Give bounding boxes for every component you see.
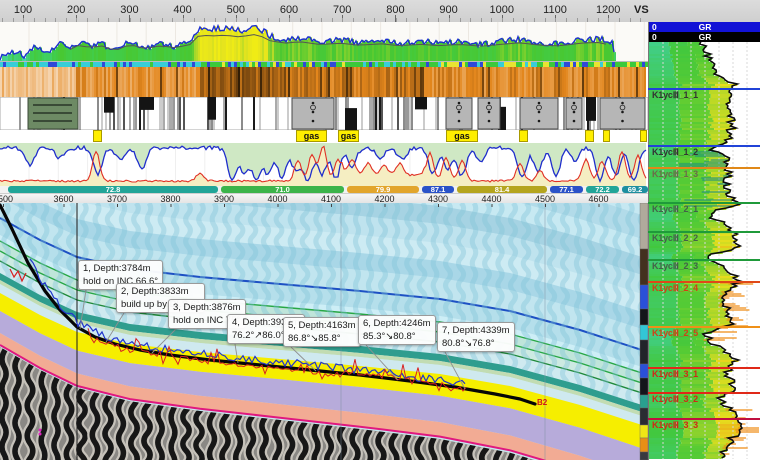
vs-axis-label: VS [634,4,649,16]
zone-label: K1ycⅢ_2_3 [652,261,698,272]
segment-badge: 77.1 [550,186,583,193]
gas-label: gas [338,130,359,142]
well-note-callout[interactable]: 6, Depth:4246m 85.3°↘80.8° [358,315,436,345]
vs-ruler: VS 1002003004005006007008009001000110012… [0,0,760,23]
zone-label: K1ycⅢ_1_2 [652,147,698,158]
gas-label [603,130,610,142]
zone-label: K1ycⅢ_3_2 [652,394,698,405]
zone-label: K1ycⅢ_2_2 [652,233,698,244]
zone-label: K1ycⅢ_2_1 [652,204,698,215]
segment-badge: 69.2 [622,186,648,193]
zone-label: K1ycⅢ_1_3 [652,169,698,180]
callout-depth: 3, Depth:3876m [173,302,241,313]
segment-badge: 79.9 [347,186,419,193]
inclination-segment-bar: 72.871.079.987.181.477.172.269.2 [0,186,648,193]
gr-header-row-blue: 0 GR [649,22,760,32]
zone-label: K1ycⅢ_2_4 [652,283,698,294]
callout-depth: 6, Depth:4246m [363,318,431,329]
gas-label: gas [446,130,478,142]
zone-label: K1ycⅢ_1_1 [652,90,698,101]
zone-label: K1ycⅢ_3_3 [652,420,698,431]
segment-badge: 72.2 [586,186,619,193]
callout-depth: 2, Depth:3833m [121,286,189,297]
gas-label [519,130,528,142]
resistivity-image-strip[interactable] [0,67,648,97]
segment-badge: 87.1 [422,186,454,193]
gr-curve-name: GR [649,32,760,42]
callout-depth: 1, Depth:3784m [83,263,151,274]
zone-label: K1ycⅢ_3_1 [652,369,698,380]
gr-header-row-black: 0 GR [649,32,760,42]
gas-show-track: gasgasgas [0,130,648,144]
gr-curve-track[interactable] [0,22,648,62]
callout-action: 80.8°↘76.8° [442,338,495,349]
gas-label [640,130,647,142]
gas-label [93,130,102,142]
geosteering-app: VS 1002003004005006007008009001000110012… [0,0,760,460]
lithology-track[interactable] [0,97,648,130]
callout-depth: 5, Depth:4163m [288,320,356,331]
trajectory-end-label: B2 [537,398,547,407]
segment-badge: 72.8 [8,186,218,193]
callout-action: 76.2°↗86.0° [232,330,285,341]
well-note-callout[interactable]: 5, Depth:4163m 86.8°↘85.8° [283,317,361,347]
callout-depth: 7, Depth:4339m [442,325,510,336]
zone-label: K1ycⅢ_2_5 [652,328,698,339]
log-curve-track[interactable] [0,143,648,186]
segment-badge: 71.0 [221,186,344,193]
gas-label: gas [296,130,327,142]
callout-action: 86.8°↘85.8° [288,333,341,344]
callout-action: 85.3°↘80.8° [363,331,416,342]
gas-label [585,130,594,142]
segment-badge: 81.4 [457,186,547,193]
well-note-callout[interactable]: 7, Depth:4339m 80.8°↘76.8° [437,322,515,352]
gr-curve-name: GR [649,22,760,32]
